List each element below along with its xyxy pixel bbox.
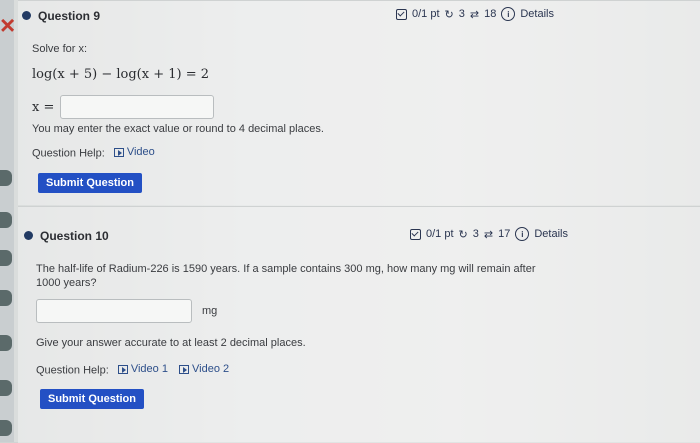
question-header: Question 10 0/1 pt ↻ 3 ⇄ 17 i Details — [18, 225, 700, 247]
retries-count: 3 — [458, 8, 465, 20]
question-meta: 0/1 pt ↻ 3 ⇄ 18 i Details — [396, 7, 554, 21]
question-help-label: Question Help: — [32, 147, 105, 160]
equation: log(x + 5) − log(x + 1) = 2 — [32, 67, 210, 82]
details-link[interactable]: Details — [534, 228, 568, 240]
score-text: 0/1 pt — [412, 8, 440, 20]
info-icon[interactable]: i — [501, 7, 516, 21]
video-1-label: Video 1 — [130, 363, 168, 375]
left-rail — [0, 0, 14, 442]
question-title: Question 9 — [38, 9, 101, 23]
submit-question-button[interactable]: Submit Question — [38, 173, 142, 193]
video-2-link[interactable]: Video 2 — [179, 363, 229, 375]
answer-variable-label: x = — [32, 100, 55, 115]
score-text: 0/1 pt — [426, 228, 454, 240]
question-prompt-line-2: 1000 years? — [36, 277, 97, 289]
answer-hint: Give your answer accurate to at least 2 … — [36, 337, 306, 349]
page: × Question 9 0/1 pt ↻ 3 ⇄ 18 i Details S… — [0, 0, 700, 443]
retry-icon: ↻ — [444, 8, 454, 21]
details-link[interactable]: Details — [520, 8, 554, 20]
video-play-icon — [113, 147, 124, 157]
rail-tab-icon[interactable] — [0, 290, 12, 306]
attempts-icon: ⇄ — [483, 228, 494, 241]
rail-tab-icon[interactable] — [0, 335, 12, 351]
answer-hint: You may enter the exact value or round t… — [32, 123, 324, 135]
question-bullet-icon — [24, 231, 33, 240]
question-meta: 0/1 pt ↻ 3 ⇄ 17 i Details — [410, 227, 568, 241]
video-1-link[interactable]: Video 1 — [117, 363, 168, 375]
rail-tab-icon[interactable] — [0, 420, 12, 436]
question-header: Question 9 0/1 pt ↻ 3 ⇄ 18 i Details — [18, 5, 700, 27]
unit-label: mg — [202, 305, 218, 317]
video-link[interactable]: Video — [113, 146, 155, 158]
question-prompt: Solve for x: — [32, 43, 88, 55]
rail-tab-icon[interactable] — [0, 170, 12, 186]
answer-input[interactable] — [60, 95, 214, 119]
question-help: Question Help: Video 1 Video 2 — [36, 363, 229, 377]
submit-question-button[interactable]: Submit Question — [40, 389, 144, 409]
info-icon[interactable]: i — [515, 227, 530, 241]
rail-tab-icon[interactable] — [0, 250, 12, 266]
question-help-label: Question Help: — [36, 364, 109, 377]
video-2-label: Video 2 — [192, 363, 230, 375]
checkbox-icon — [410, 228, 421, 240]
attempts-count: 18 — [484, 8, 497, 20]
question-card: Question 10 0/1 pt ↻ 3 ⇄ 17 i Details Th… — [18, 206, 700, 443]
attempts-count: 17 — [498, 228, 511, 240]
question-card: Question 9 0/1 pt ↻ 3 ⇄ 18 i Details Sol… — [18, 0, 700, 205]
question-prompt-line-1: The half-life of Radium-226 is 1590 year… — [36, 263, 536, 275]
attempts-icon: ⇄ — [469, 8, 480, 21]
video-play-icon — [179, 364, 189, 374]
retry-icon: ↻ — [458, 228, 468, 241]
rail-tab-icon[interactable] — [0, 212, 12, 228]
question-title: Question 10 — [40, 229, 109, 243]
question-help: Question Help: Video — [32, 146, 155, 160]
retries-count: 3 — [472, 228, 479, 240]
question-bullet-icon — [22, 11, 31, 20]
rail-tab-icon[interactable] — [0, 380, 12, 396]
video-play-icon — [117, 364, 128, 374]
video-link-label: Video — [126, 146, 155, 158]
answer-input[interactable] — [36, 299, 192, 323]
checkbox-icon — [396, 8, 407, 20]
